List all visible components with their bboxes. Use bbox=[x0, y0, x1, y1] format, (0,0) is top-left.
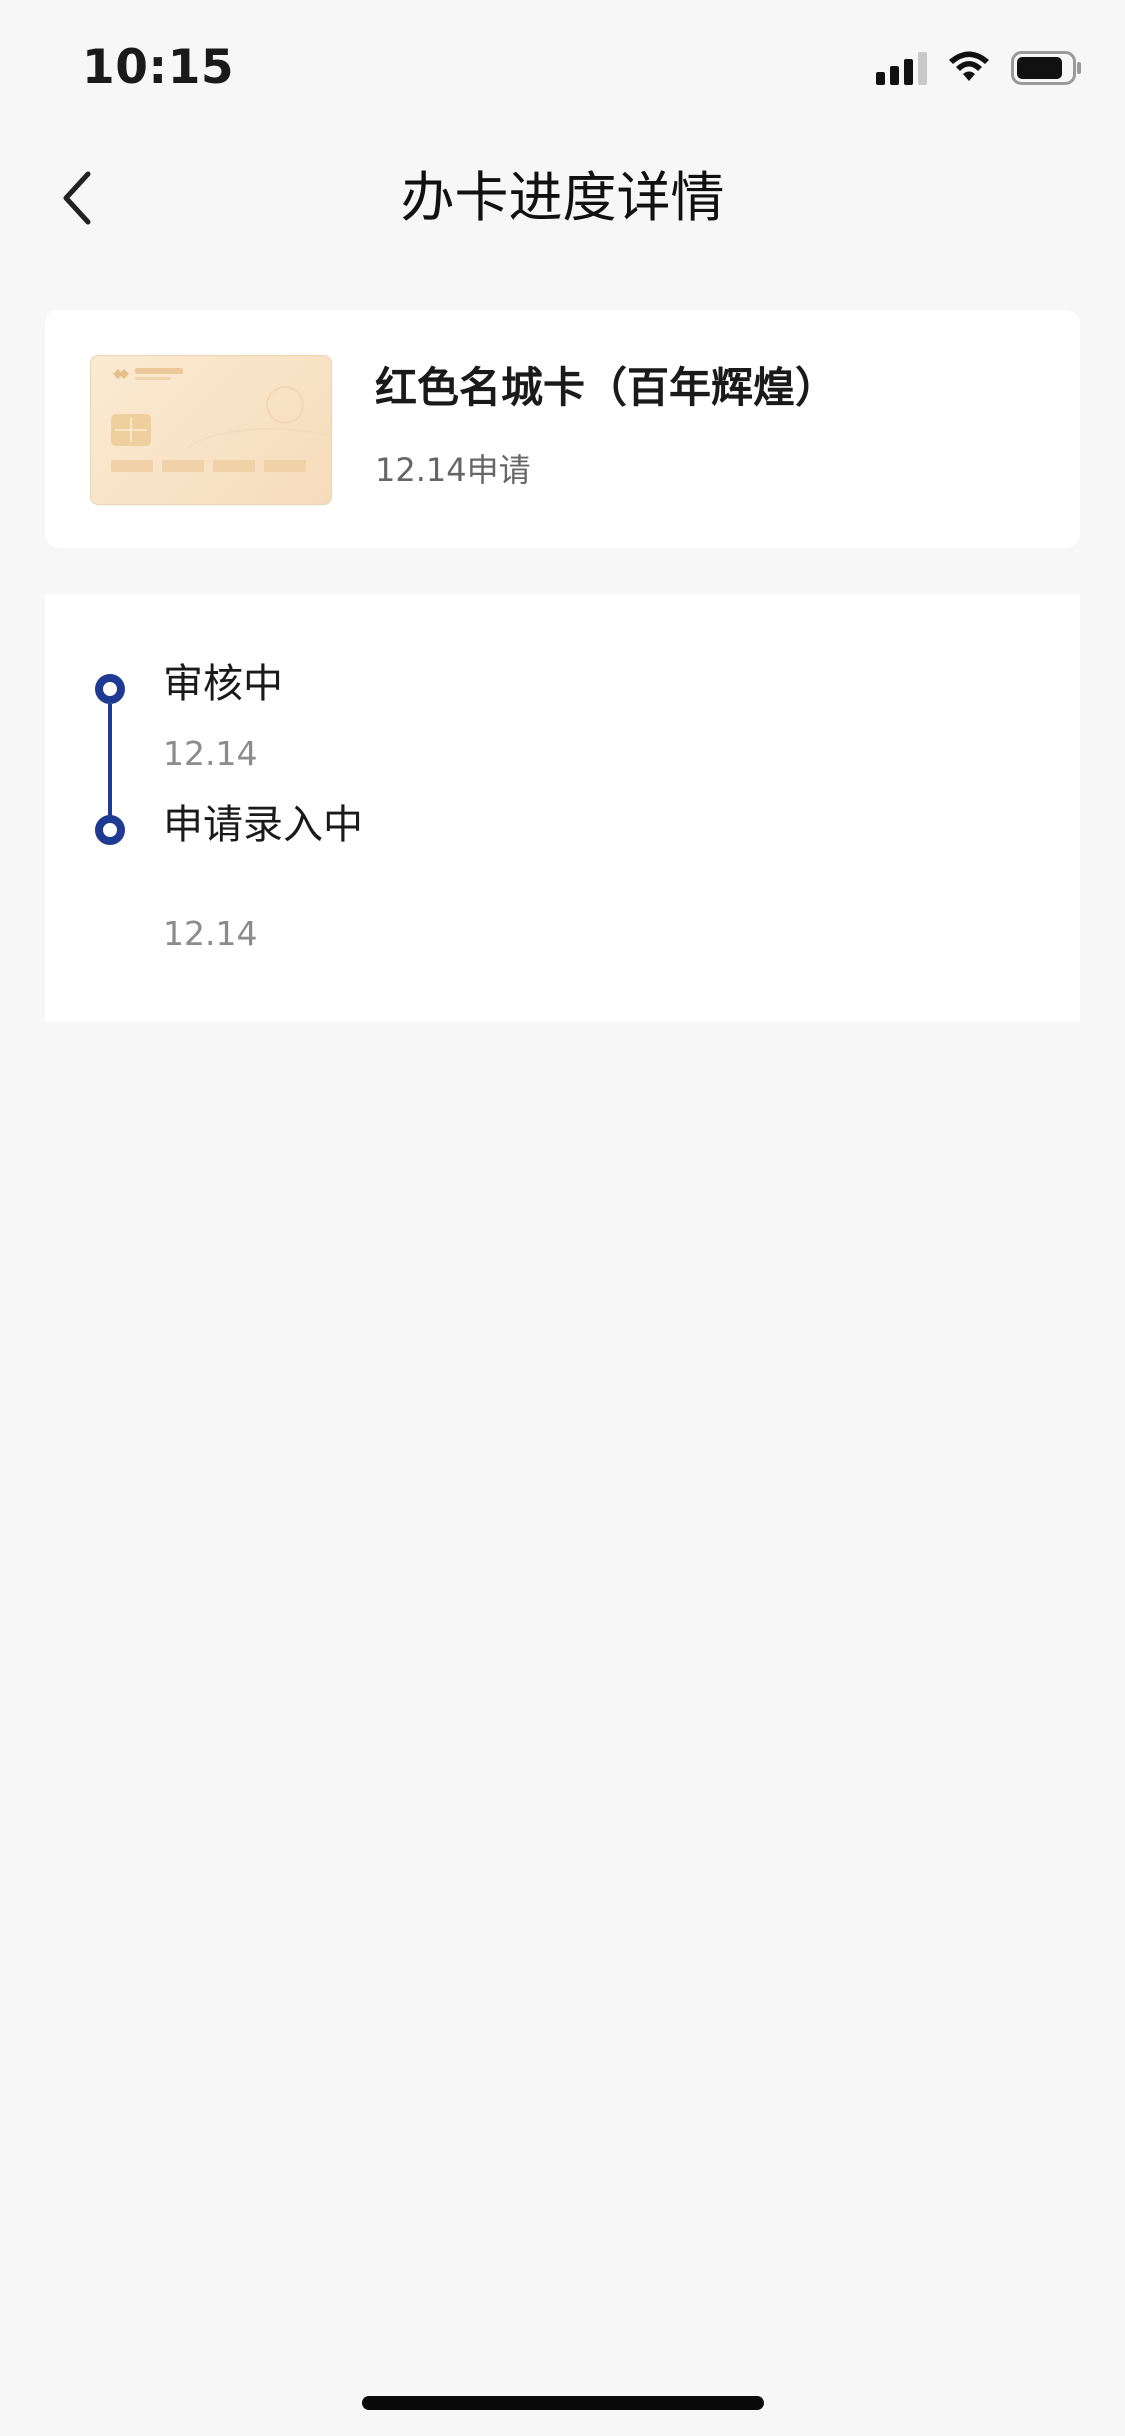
status-time: 10:15 bbox=[82, 40, 235, 95]
step-date: 12.14 bbox=[163, 914, 258, 953]
card-summary[interactable]: 红色名城卡（百年辉煌） 12.14申请 bbox=[45, 310, 1080, 548]
timeline-connector bbox=[108, 704, 112, 830]
status-bar: 10:15 bbox=[0, 0, 1125, 132]
step-date: 12.14 bbox=[163, 734, 258, 773]
card-name: 红色名城卡（百年辉煌） bbox=[375, 363, 838, 412]
step-title: 申请录入中 bbox=[163, 802, 363, 848]
battery-icon bbox=[1011, 51, 1081, 85]
card-chip-icon bbox=[111, 414, 151, 446]
timeline-dot-icon bbox=[95, 815, 125, 845]
credit-card-image bbox=[90, 355, 332, 505]
progress-timeline: 审核中 12.14 申请录入中 12.14 bbox=[45, 594, 1080, 1022]
signal-icon bbox=[876, 51, 927, 85]
nav-bar: 办卡进度详情 bbox=[0, 132, 1125, 264]
card-apply-date: 12.14申请 bbox=[375, 451, 531, 489]
home-indicator[interactable] bbox=[362, 2396, 764, 2410]
timeline-dot-icon bbox=[95, 674, 125, 704]
wifi-icon bbox=[949, 51, 989, 81]
status-icons bbox=[876, 50, 1083, 86]
page-title: 办卡进度详情 bbox=[400, 166, 725, 229]
bank-logo-icon bbox=[113, 369, 129, 379]
step-title: 审核中 bbox=[163, 661, 283, 707]
